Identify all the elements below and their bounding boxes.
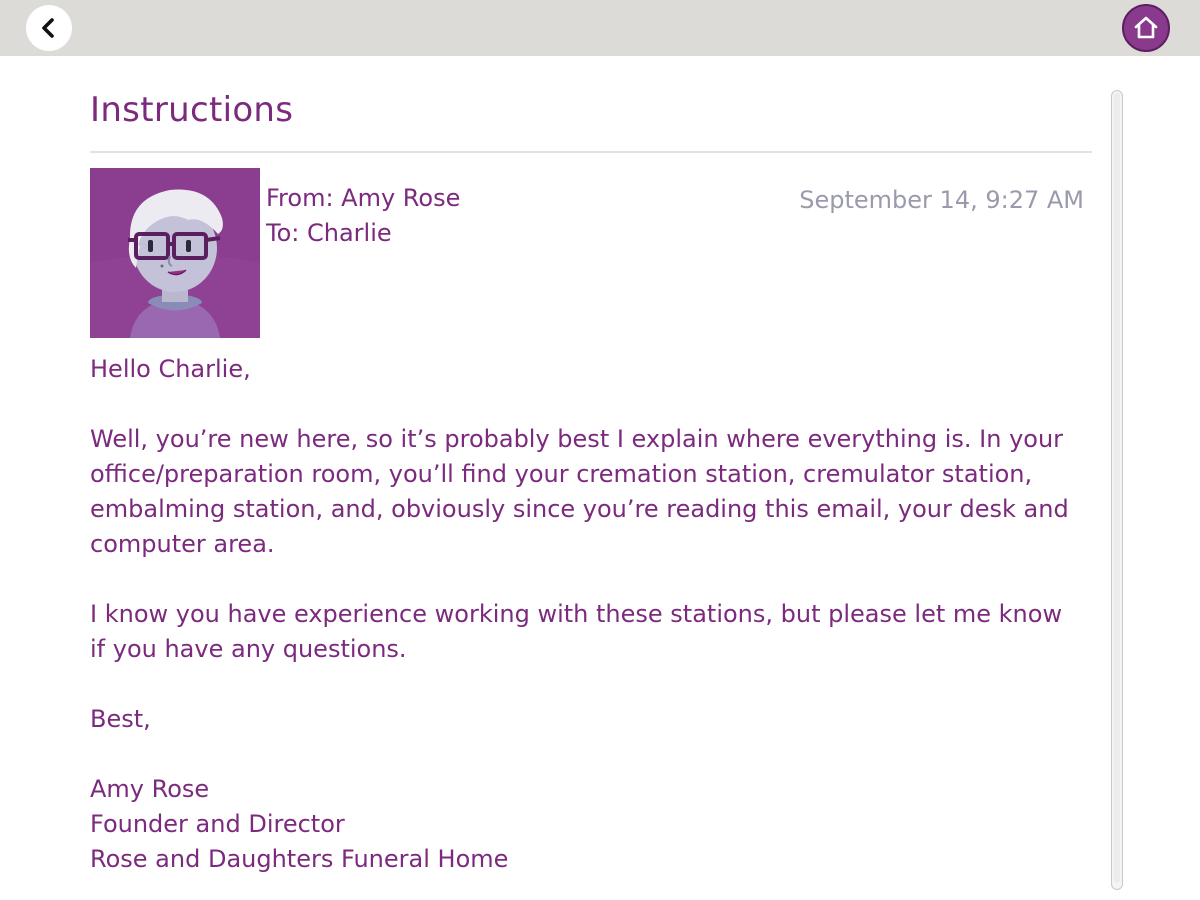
home-icon: [1134, 16, 1158, 39]
email-greeting: Hello Charlie,: [90, 355, 251, 383]
scrollbar-thumb[interactable]: [1114, 93, 1120, 883]
email-from: From: Amy Rose: [266, 184, 461, 212]
scrollbar[interactable]: [1111, 90, 1123, 890]
home-button[interactable]: [1122, 4, 1170, 52]
email-closing: Best,: [90, 705, 151, 733]
email-paragraph-1: Well, you’re new here, so it’s probably …: [90, 425, 1069, 558]
sender-avatar: [90, 168, 260, 338]
page-title: Instructions: [90, 90, 294, 130]
title-divider: [90, 151, 1092, 153]
signature-name: Amy Rose: [90, 775, 210, 803]
signature-title: Founder and Director: [90, 810, 345, 838]
email-date: September 14, 9:27 AM: [799, 186, 1084, 214]
email-paragraph-2: I know you have experience working with …: [90, 600, 1063, 663]
avatar-portrait: [90, 168, 260, 338]
chevron-left-icon: [42, 18, 54, 38]
email-content: Instructions From: Amy Rose To: Charlie …: [90, 0, 1092, 900]
email-to: To: Charlie: [266, 219, 392, 247]
signature-company: Rose and Daughters Funeral Home: [90, 845, 509, 873]
back-button[interactable]: [26, 5, 72, 51]
